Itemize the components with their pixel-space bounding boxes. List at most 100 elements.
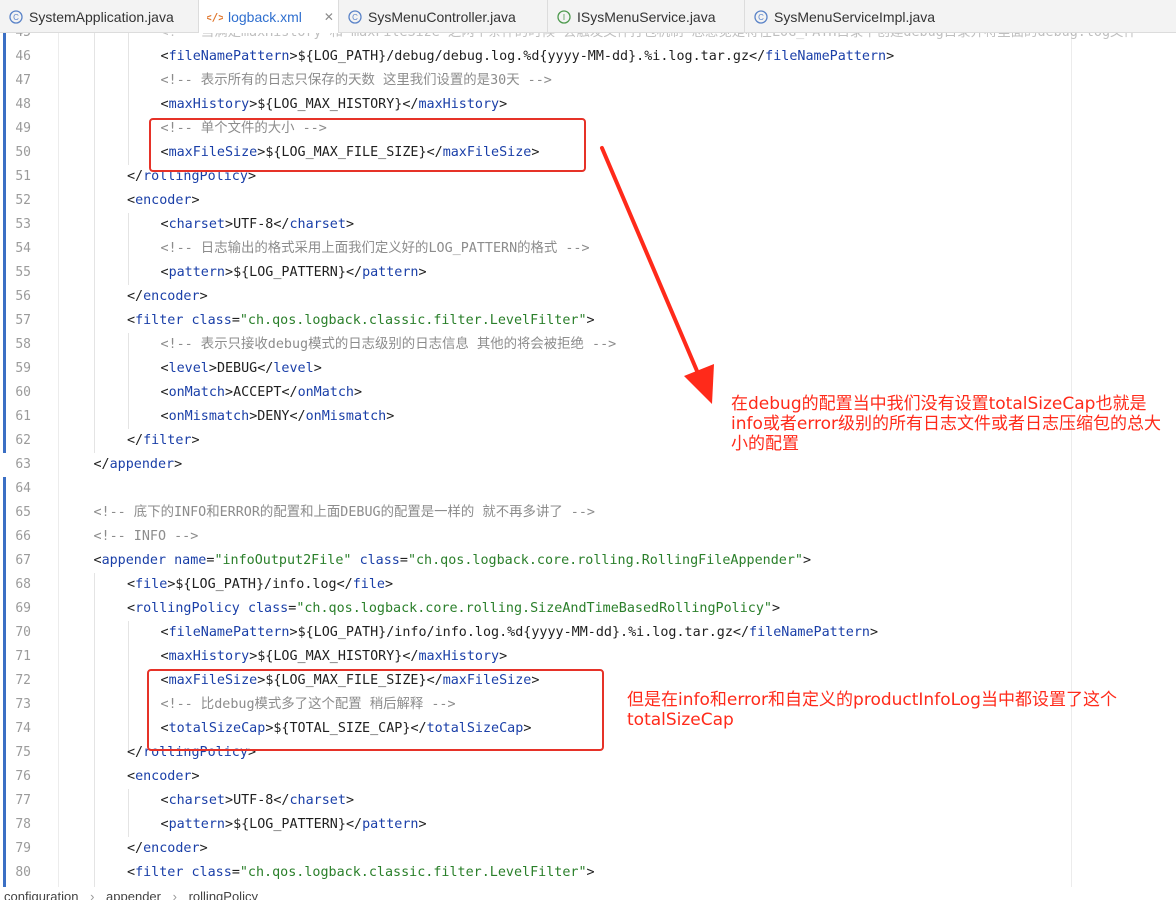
code-token-attr: class [191,313,232,328]
code-line[interactable]: 68 <file>${LOG_PATH}/info.log</file> [0,573,1176,597]
code-token-punc: < [127,313,136,328]
close-icon[interactable]: ✕ [324,10,334,24]
code-token-punc: </ [127,289,144,304]
code-line[interactable]: 69 <rollingPolicy class="ch.qos.logback.c… [0,597,1176,621]
code-line[interactable]: 56 </encoder> [0,285,1176,309]
line-code: <fileNamePattern>${LOG_PATH}/info/info.l… [161,621,879,645]
code-token-tag: appender [101,553,167,568]
code-line[interactable]: 53 <charset>UTF-8</charset> [0,213,1176,237]
code-token-text: UTF-8 [233,793,274,808]
code-line[interactable]: 79 </encoder> [0,837,1176,861]
code-token-punc: < [127,865,136,880]
code-line[interactable]: 47 <!-- 表示所有的日志只保存的天数 这里我们设置的是30天 --> [0,69,1176,93]
line-number: 64 [15,481,31,496]
code-token-punc: > [225,385,234,400]
code-line[interactable]: 70 <fileNamePattern>${LOG_PATH}/info/info… [0,621,1176,645]
line-code: <filter class="ch.qos.logback.classic.fi… [127,309,595,333]
code-token-tag: filter [135,313,184,328]
code-token-punc: </ [127,841,144,856]
code-token-attr: class [191,865,232,880]
code-token-punc: > [771,601,781,616]
code-token-punc: < [160,217,169,232]
tab-label: SysMenuServiceImpl.java [774,8,936,25]
code-line[interactable]: 48 <maxHistory>${LOG_MAX_HISTORY}</maxHis… [0,93,1176,117]
code-token-tag: encoder [143,841,200,856]
xml-file-icon: </> [207,9,223,25]
line-code: <onMatch>ACCEPT</onMatch> [161,381,363,405]
code-line[interactable]: 55 <pattern>${LOG_PATTERN}</pattern> [0,261,1176,285]
breadcrumb-item[interactable]: configuration [4,889,78,900]
code-token-aval: "ch.qos.logback.classic.filter.LevelFilt… [239,313,587,328]
code-line[interactable]: 46 <fileNamePattern>${LOG_PATH}/debug/deb… [0,45,1176,69]
code-line[interactable]: 54 <!-- 日志输出的格式采用上面我们定义好的LOG_PATTERN的格式 -… [0,237,1176,261]
code-line[interactable]: 52 <encoder> [0,189,1176,213]
annotation-note-debug: 在debug的配置当中我们没有设置totalSizeCap也就是info或者er… [731,394,1162,454]
code-line[interactable]: 64 [0,477,1176,501]
highlight-box-maxfilesize [149,118,586,172]
code-line[interactable]: 71 <maxHistory>${LOG_MAX_HISTORY}</maxHis… [0,645,1176,669]
code-token-tag: pattern [168,817,225,832]
code-token-tag: charset [289,217,346,232]
line-code: <!-- 日志输出的格式采用上面我们定义好的LOG_PATTERN的格式 --> [161,237,590,261]
code-line[interactable]: 76 <encoder> [0,765,1176,789]
code-token-punc: < [160,793,169,808]
code-line[interactable]: 58 <!-- 表示只接收debug模式的日志级别的日志信息 其他的将会被拒绝 -… [0,333,1176,357]
line-number: 75 [15,745,31,760]
code-token-text: DENY [257,409,290,424]
code-token-tag: pattern [362,817,419,832]
code-token-punc: > [208,361,217,376]
code-token-tag: file [135,577,168,592]
code-token-punc: > [225,217,234,232]
line-code: <rollingPolicy class="ch.qos.logback.cor… [127,597,780,621]
code-token-text: ${LOG_MAX_HISTORY} [257,649,403,664]
code-token-text: ${LOG_MAX_HISTORY} [257,97,403,112]
code-line[interactable]: 65 <!-- 底下的INFO和ERROR的配置和上面DEBUG的配置是一样的 就… [0,501,1176,525]
code-line[interactable]: 57 <filter class="ch.qos.logback.classic.… [0,309,1176,333]
code-token-punc: > [225,793,234,808]
code-token-tag: rollingPolicy [135,601,240,616]
code-line[interactable]: 59 <level>DEBUG</level> [0,357,1176,381]
code-line[interactable]: 77 <charset>UTF-8</charset> [0,789,1176,813]
code-token-tag: fileNamePattern [765,49,887,64]
code-line[interactable]: 66 <!-- INFO --> [0,525,1176,549]
line-code: <!-- INFO --> [94,525,199,549]
line-number: 62 [15,433,31,448]
tab-isys-menu-service[interactable]: I ISysMenuService.java [548,0,745,33]
code-line[interactable]: 63 </appender> [0,453,1176,477]
code-token-text: ${LOG_PATH}/debug/debug.log.%d{yyyy-MM-d… [297,49,750,64]
code-token-punc: > [191,769,200,784]
line-number: 71 [15,649,31,664]
code-token-punc: > [418,817,427,832]
svg-text:C: C [352,13,358,22]
tab-sys-menu-controller[interactable]: C SysMenuController.java [339,0,548,33]
code-token-tag: file [352,577,385,592]
code-token-aval: "ch.qos.logback.core.rolling.RollingFile… [407,553,803,568]
code-token-punc: = [231,313,240,328]
line-code: <appender name="infoOutput2File" class="… [94,549,812,573]
code-token-attr: name [174,553,207,568]
code-token-punc: </ [127,745,144,760]
line-code: <level>DEBUG</level> [161,357,322,381]
code-line[interactable]: 78 <pattern>${LOG_PATTERN}</pattern> [0,813,1176,837]
code-token-punc: < [93,553,102,568]
tab-label: SystemApplication.java [29,8,174,25]
line-number: 74 [15,721,31,736]
tab-sys-menu-service-impl[interactable]: C SysMenuServiceImpl.java [745,0,1176,33]
code-line[interactable]: 67 <appender name = "infoOutput2File" class… [0,549,1176,573]
code-editor[interactable]: 45 <!-- 当满足maxHistory 和 maxFileSize 之两个条件… [0,33,1176,887]
tab-system-application[interactable]: C SystemApplication.java [0,0,199,33]
tab-logback-xml[interactable]: </> logback.xml ✕ [199,0,339,33]
line-number: 72 [15,673,31,688]
code-token-tag: encoder [143,289,200,304]
code-token-tag: onMismatch [305,409,387,424]
code-token-punc: < [160,97,169,112]
line-number: 61 [15,409,31,424]
breadcrumb-item[interactable]: rollingPolicy [189,889,258,900]
code-line[interactable]: 80 <filter class="ch.qos.logback.classic.… [0,861,1176,885]
code-token-punc: </ [273,793,290,808]
line-number: 56 [15,289,31,304]
code-token-punc: < [127,577,136,592]
breadcrumb-item[interactable]: appender [106,889,161,900]
code-line[interactable]: 45 <!-- 当满足maxHistory 和 maxFileSize 之两个条件… [0,33,1176,45]
